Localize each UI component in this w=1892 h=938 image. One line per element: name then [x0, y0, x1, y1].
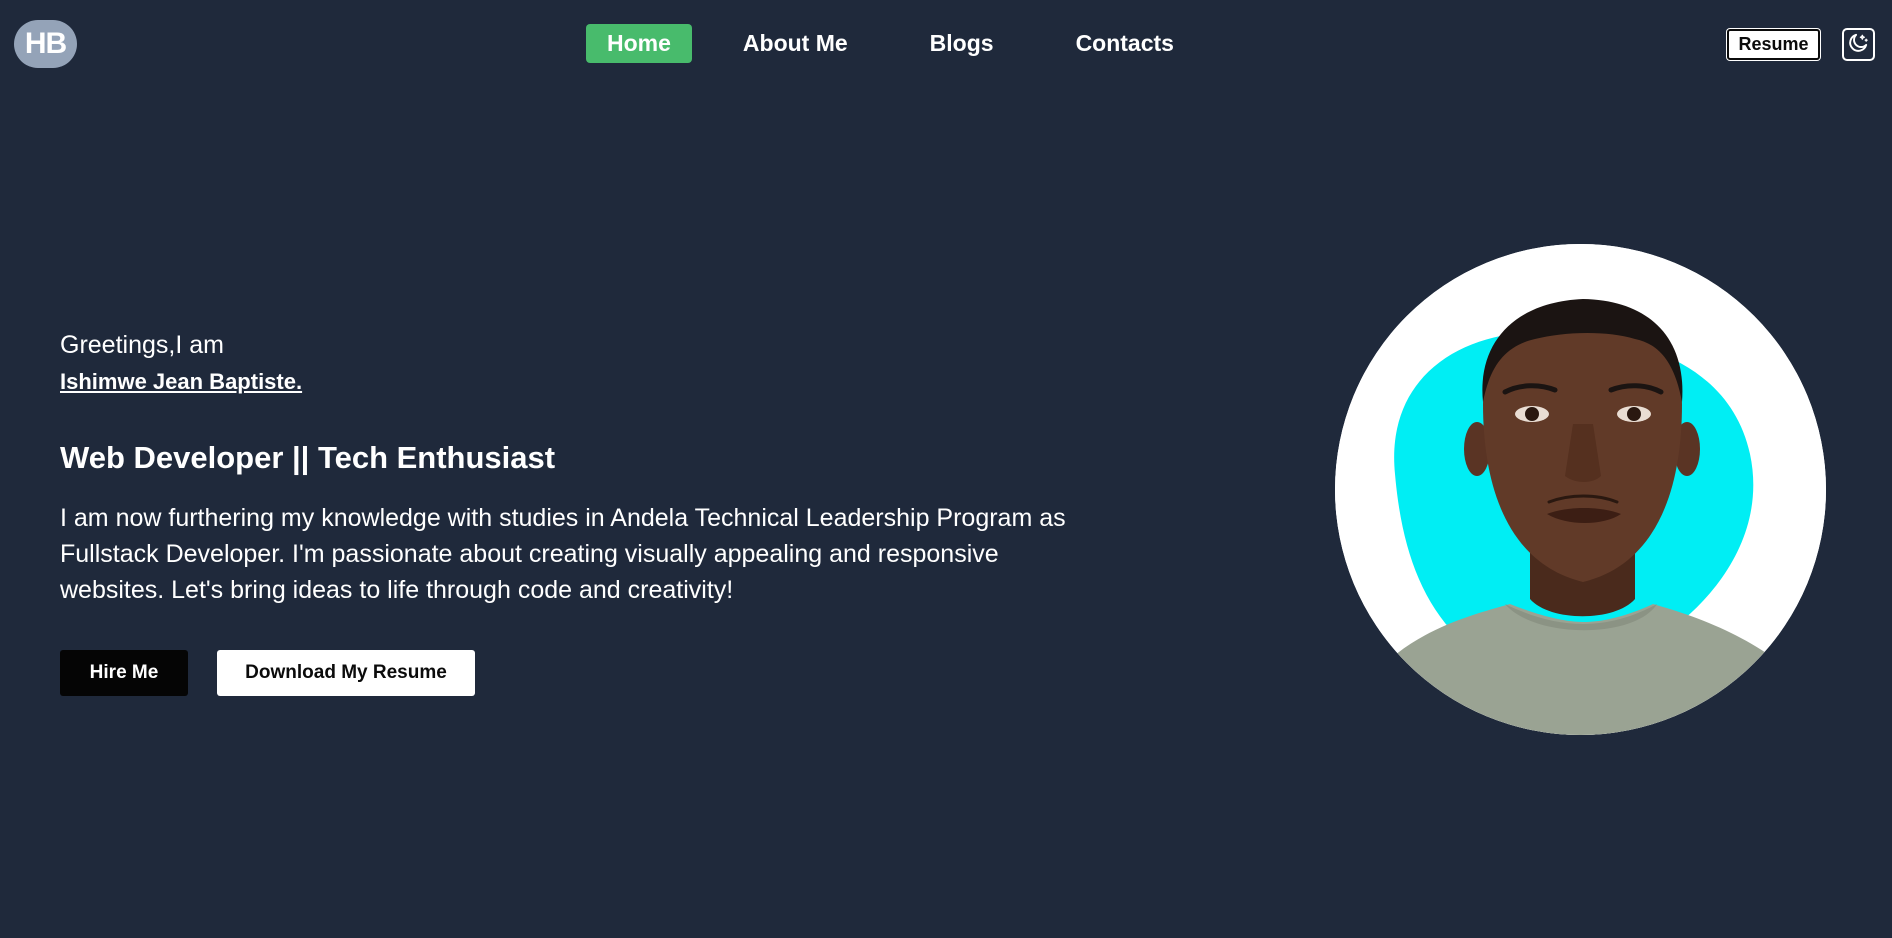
nav-contacts[interactable]: Contacts [1055, 24, 1195, 63]
profile-photo [1335, 244, 1826, 735]
profile-photo-illustration [1335, 244, 1826, 735]
nav-about-me[interactable]: About Me [722, 24, 869, 63]
logo[interactable]: HB [14, 20, 77, 68]
hero-description: I am now furthering my knowledge with st… [60, 504, 1066, 604]
headline: Web Developer || Tech Enthusiast [60, 440, 556, 475]
moon-icon [1847, 31, 1870, 59]
theme-toggle-button[interactable] [1842, 28, 1875, 61]
author-name-link[interactable]: Ishimwe Jean Baptiste. [60, 369, 302, 395]
download-resume-button[interactable]: Download My Resume [217, 650, 475, 696]
hire-me-button[interactable]: Hire Me [60, 650, 188, 696]
nav-home[interactable]: Home [586, 24, 692, 63]
page: HB Home About Me Blogs Contacts Resume G… [0, 0, 1892, 938]
resume-button[interactable]: Resume [1727, 29, 1820, 60]
greeting-text: Greetings,I am [60, 331, 224, 359]
main-nav: Home About Me Blogs Contacts [586, 24, 1225, 63]
nav-blogs[interactable]: Blogs [909, 24, 1015, 63]
